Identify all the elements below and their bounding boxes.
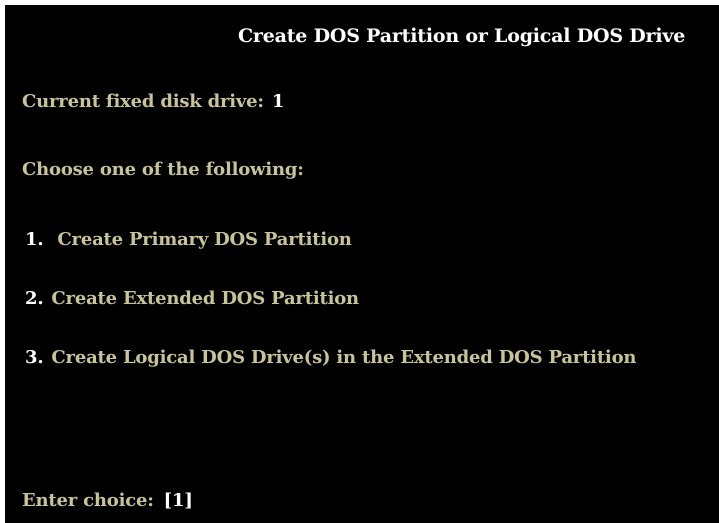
option-label: Create Logical DOS Drive(s) in the Exten… xyxy=(51,347,637,368)
current-drive-value: 1 xyxy=(271,91,285,112)
enter-choice-label: Enter choice: xyxy=(22,490,154,511)
choice-input[interactable]: [1] xyxy=(164,490,193,511)
screen-title: Create DOS Partition or Logical DOS Driv… xyxy=(238,25,686,47)
option-label: Create Extended DOS Partition xyxy=(51,288,359,309)
choose-prompt: Choose one of the following: xyxy=(22,159,304,180)
option-label: Create Primary DOS Partition xyxy=(57,229,352,250)
menu-option-create-extended[interactable]: 2. Create Extended DOS Partition xyxy=(25,288,359,309)
option-number: 1. xyxy=(25,229,44,250)
fdisk-screen: Create DOS Partition or Logical DOS Driv… xyxy=(5,5,719,523)
enter-choice-row: Enter choice: [1] xyxy=(22,490,193,511)
current-drive-label: Current fixed disk drive: xyxy=(22,91,264,112)
option-number: 2. xyxy=(25,288,44,309)
option-number: 3. xyxy=(25,347,44,368)
current-drive-row: Current fixed disk drive: 1 xyxy=(22,91,284,112)
menu-option-create-primary[interactable]: 1. Create Primary DOS Partition xyxy=(25,229,352,250)
menu-option-create-logical[interactable]: 3. Create Logical DOS Drive(s) in the Ext… xyxy=(25,347,636,368)
